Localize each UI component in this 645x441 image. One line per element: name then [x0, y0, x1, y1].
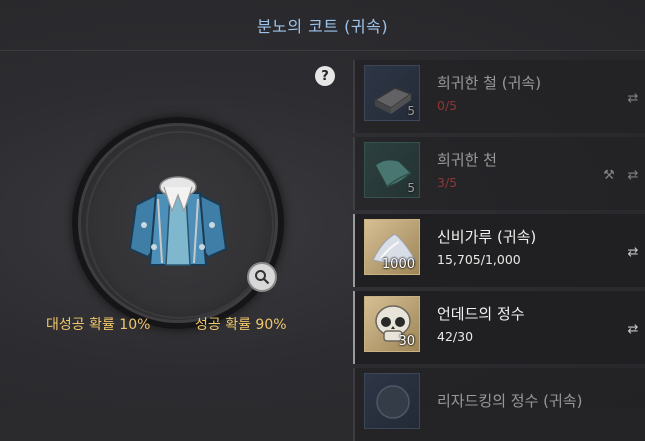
material-row[interactable]: 1000 신비가루 (귀속) 15,705/1,000 ⇄	[353, 214, 645, 287]
material-qty: 5	[407, 181, 415, 195]
material-row[interactable]: 30 언데드의 정수 42/30 ⇄	[353, 291, 645, 364]
craft-hammer-icon[interactable]: ⚒	[601, 168, 617, 184]
swap-icon[interactable]: ⇄	[625, 92, 641, 106]
material-name: 신비가루 (귀속)	[437, 228, 537, 246]
material-list: 5 희귀한 철 (귀속) 0/5 ⇄ 5 희귀한 천 3/5 ⚒ ⇄ 1000 …	[353, 60, 645, 441]
material-slot	[364, 373, 420, 429]
swap-icon[interactable]: ⇄	[625, 246, 641, 260]
material-slot: 30	[364, 296, 420, 352]
material-count: 3/5	[437, 175, 458, 190]
material-count: 15,705/1,000	[437, 252, 521, 267]
material-qty: 1000	[381, 257, 415, 272]
material-name: 희귀한 철 (귀속)	[437, 74, 542, 92]
material-row[interactable]: 5 희귀한 천 3/5 ⚒ ⇄	[353, 137, 645, 210]
material-count: 0/5	[437, 98, 458, 113]
great-success-rate: 대성공 확률 10%	[46, 317, 151, 333]
lizard-essence-icon	[376, 385, 410, 419]
swap-icon[interactable]: ⇄	[625, 323, 641, 337]
material-name: 언데드의 정수	[437, 305, 525, 323]
swap-icon[interactable]: ⇄	[625, 169, 641, 183]
material-row[interactable]: 리자드킹의 정수 (귀속)	[353, 368, 645, 441]
search-icon	[255, 270, 270, 285]
success-rate: 성공 확률 90%	[195, 317, 287, 333]
material-row[interactable]: 5 희귀한 철 (귀속) 0/5 ⇄	[353, 60, 645, 133]
material-name: 리자드킹의 정수 (귀속)	[437, 392, 583, 410]
help-button[interactable]: ?	[315, 66, 335, 86]
material-name: 희귀한 천	[437, 151, 497, 169]
material-slot: 1000	[364, 219, 420, 275]
coat-icon	[128, 176, 228, 266]
material-qty: 30	[398, 334, 415, 349]
material-qty: 5	[407, 104, 415, 118]
material-slot: 5	[364, 142, 420, 198]
page-title: 분노의 코트 (귀속)	[0, 0, 645, 51]
success-rates: 대성공 확률 10% 성공 확률 90%	[0, 314, 350, 336]
material-count: 42/30	[437, 329, 474, 344]
magnify-button[interactable]	[247, 262, 277, 292]
material-slot: 5	[364, 65, 420, 121]
